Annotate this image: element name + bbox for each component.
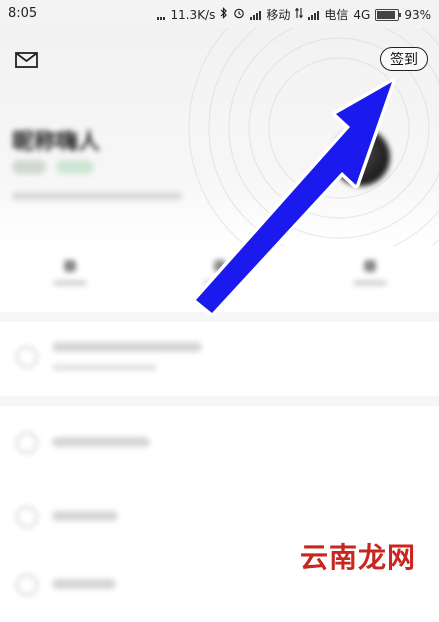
profile-signature [12, 192, 182, 200]
menu-item-title [52, 342, 202, 352]
net-speed: 11.3K/s [170, 7, 216, 22]
section-divider [0, 312, 439, 322]
data-arrows-icon [295, 7, 304, 22]
menu-item-icon [16, 346, 38, 368]
status-bar: 8:05 11.3K/s 移动 电信 4G 93% [0, 0, 439, 28]
bluetooth-icon [220, 7, 228, 22]
signal-dots-icon [157, 10, 166, 20]
carrier-2: 电信 [324, 8, 349, 22]
status-badge [56, 160, 94, 174]
carrier-1: 移动 [266, 8, 291, 22]
menu-item-2[interactable] [0, 414, 439, 474]
battery-percent: 93% [404, 7, 431, 22]
signal-icon-2 [308, 10, 320, 20]
menu-item-title [52, 579, 116, 589]
quick-actions [0, 250, 439, 310]
level-badge [12, 160, 46, 174]
menu-item-icon [16, 574, 38, 596]
menu-item-1[interactable] [0, 330, 439, 390]
network-type: 4G [353, 7, 371, 22]
avatar[interactable] [332, 128, 390, 186]
status-time: 8:05 [8, 6, 38, 21]
menu-item-title [52, 437, 150, 447]
section-divider [0, 396, 439, 406]
quick-action-2[interactable] [190, 260, 250, 300]
quick-action-1[interactable] [40, 260, 100, 300]
alarm-icon [233, 7, 245, 22]
watermark-logo: 云南龙网 [300, 541, 417, 574]
battery-icon [375, 8, 402, 21]
checkin-button[interactable]: 签到 [380, 47, 428, 71]
menu-item-icon [16, 506, 38, 528]
menu-item-icon [16, 432, 38, 454]
status-indicators: 11.3K/s 移动 电信 4G 93% [157, 6, 431, 23]
quick-action-3[interactable] [340, 260, 400, 300]
menu-item-subtitle [52, 364, 157, 371]
signal-icon-1 [250, 10, 262, 20]
menu-item-title [52, 511, 118, 521]
username[interactable]: 昵称嗨人 [12, 124, 100, 156]
message-envelope-icon[interactable] [14, 50, 40, 70]
